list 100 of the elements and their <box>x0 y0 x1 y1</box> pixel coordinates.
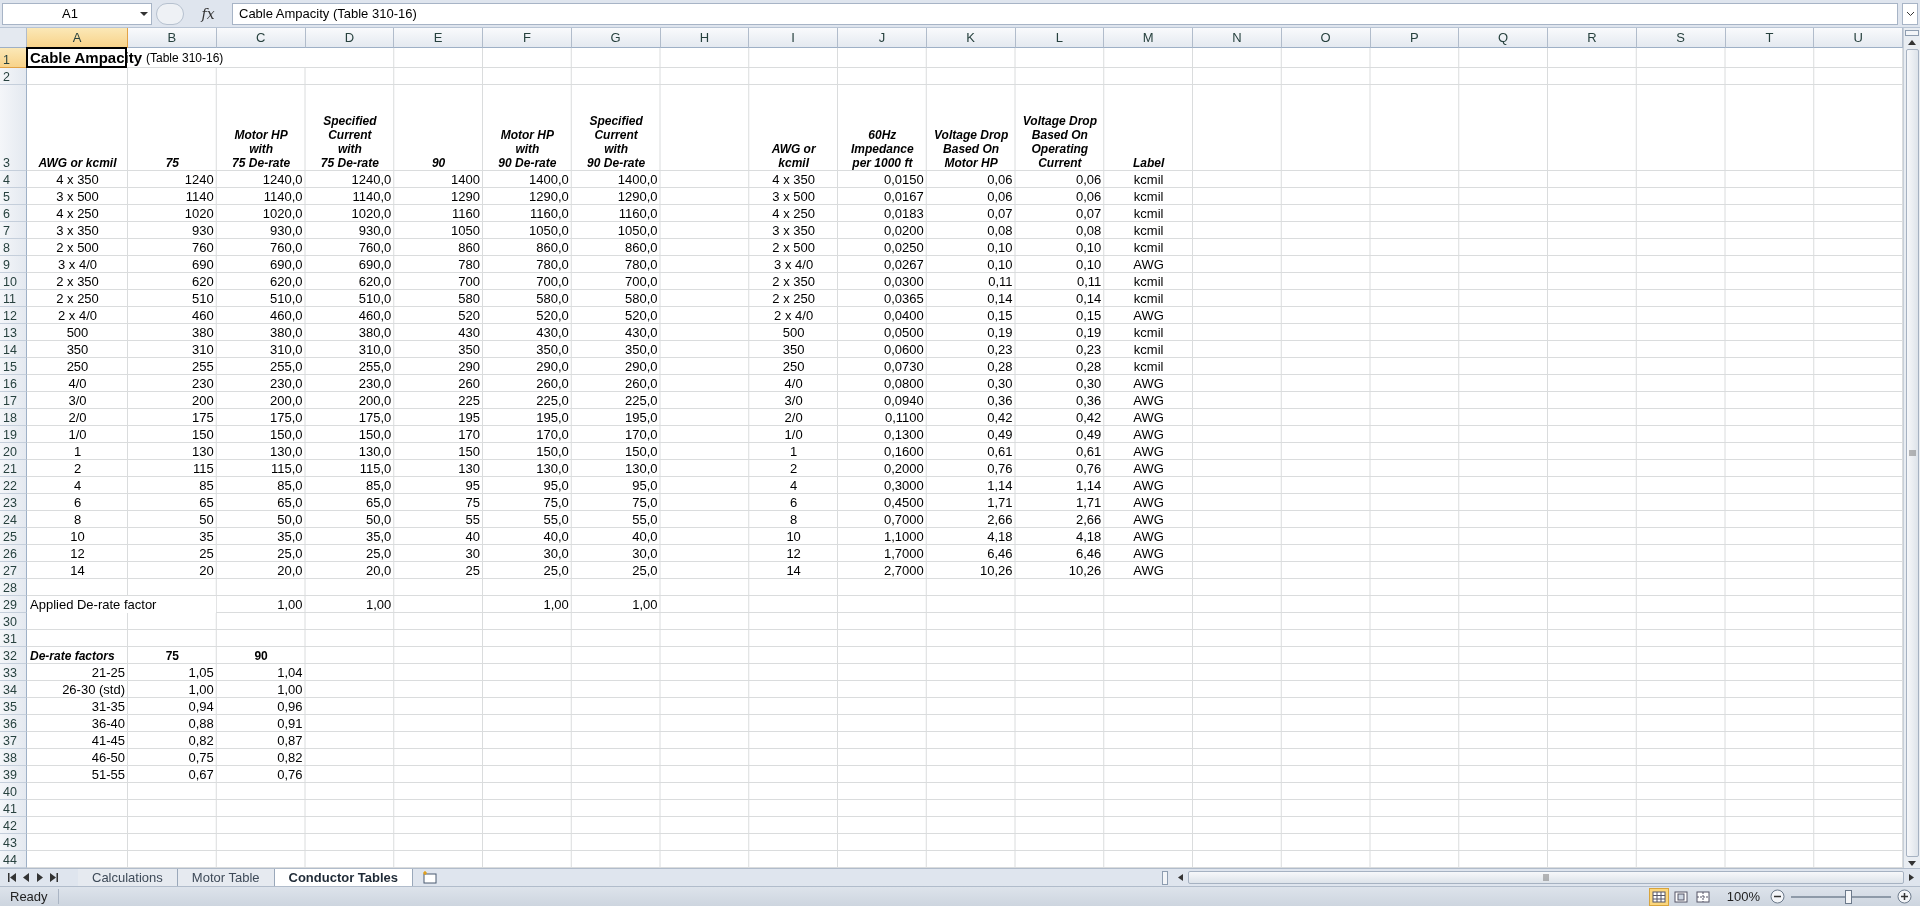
column-header[interactable]: T <box>1725 28 1815 48</box>
table-cell[interactable]: 0,30 <box>926 375 1016 392</box>
row-header[interactable]: 41 <box>0 800 27 817</box>
row-header[interactable]: 21 <box>0 460 27 477</box>
table-cell[interactable]: 75,0 <box>571 494 661 511</box>
table-cell[interactable]: 0,36 <box>926 392 1016 409</box>
table-cell[interactable]: 40 <box>394 528 483 545</box>
table-cell[interactable]: 460,0 <box>305 307 395 324</box>
row-header[interactable]: 35 <box>0 698 27 715</box>
table-cell[interactable]: 4,18 <box>1015 528 1105 545</box>
table-cell[interactable]: 0,76 <box>926 460 1016 477</box>
table-cell[interactable]: 0,10 <box>1015 239 1105 256</box>
table-cell[interactable]: 8 <box>27 511 128 528</box>
row-header[interactable]: 16 <box>0 375 27 392</box>
table-cell[interactable]: 500 <box>749 324 838 341</box>
row-header[interactable]: 18 <box>0 409 27 426</box>
row-header[interactable]: 11 <box>0 290 27 307</box>
table-cell[interactable]: 175 <box>128 409 217 426</box>
row-header[interactable]: 32 <box>0 647 27 664</box>
table-cell[interactable]: 3 x 350 <box>749 222 838 239</box>
table-cell[interactable]: 500 <box>27 324 128 341</box>
table-cell[interactable]: 760,0 <box>305 239 395 256</box>
table-cell[interactable]: 255,0 <box>216 358 306 375</box>
split-handle[interactable] <box>1905 30 1919 36</box>
vertical-scrollbar-thumb[interactable] <box>1905 49 1919 857</box>
table-cell[interactable]: 150,0 <box>571 443 661 460</box>
table-cell[interactable]: 170,0 <box>483 426 572 443</box>
table-cell[interactable]: 0,0150 <box>838 171 927 188</box>
table-cell[interactable]: 0,82 <box>128 732 217 749</box>
column-header[interactable]: M <box>1104 28 1193 48</box>
table-cell[interactable]: 10 <box>27 528 128 545</box>
table-cell[interactable]: 130,0 <box>305 443 395 460</box>
row-header[interactable]: 31 <box>0 630 27 647</box>
table-cell[interactable]: 36-40 <box>27 715 128 732</box>
zoom-slider[interactable] <box>1791 889 1891 904</box>
table-cell[interactable]: 14 <box>27 562 128 579</box>
table-cell[interactable]: 700,0 <box>571 273 661 290</box>
table-cell[interactable]: 170 <box>394 426 483 443</box>
table-cell[interactable]: 25,0 <box>305 545 395 562</box>
table-cell[interactable]: 260,0 <box>483 375 572 392</box>
table-cell[interactable]: 350,0 <box>483 341 572 358</box>
table-cell[interactable]: 620 <box>128 273 217 290</box>
table-cell[interactable]: 1050,0 <box>483 222 572 239</box>
table-cell[interactable]: 75 <box>394 494 483 511</box>
table-cell[interactable]: 46-50 <box>27 749 128 766</box>
table-cell[interactable]: 0,49 <box>1015 426 1105 443</box>
table-cell[interactable]: 85 <box>128 477 217 494</box>
table-cell[interactable]: 1,71 <box>926 494 1016 511</box>
table-cell[interactable]: 1160 <box>394 205 483 222</box>
table-cell[interactable]: 50 <box>128 511 217 528</box>
table-cell[interactable]: kcmil <box>1104 188 1193 205</box>
table-cell[interactable]: 0,87 <box>216 732 306 749</box>
row-header[interactable]: 17 <box>0 392 27 409</box>
table-cell[interactable]: 2/0 <box>27 409 128 426</box>
table-cell[interactable]: 1400,0 <box>483 171 572 188</box>
table-cell[interactable]: 2 x 350 <box>749 273 838 290</box>
table-cell[interactable]: 0,91 <box>216 715 306 732</box>
table-cell[interactable]: 130,0 <box>571 460 661 477</box>
table-cell[interactable]: 1,05 <box>128 664 217 681</box>
column-header[interactable]: O <box>1281 28 1371 48</box>
column-header[interactable]: H <box>660 28 750 48</box>
table-cell[interactable]: 2 x 250 <box>27 290 128 307</box>
table-cell[interactable]: 225,0 <box>571 392 661 409</box>
table-cell[interactable]: 85,0 <box>305 477 395 494</box>
column-header[interactable]: P <box>1370 28 1460 48</box>
table-cell[interactable]: 25,0 <box>571 562 661 579</box>
table-cell[interactable]: 50,0 <box>216 511 306 528</box>
table-cell[interactable]: 150,0 <box>216 426 306 443</box>
table-cell[interactable]: 0,07 <box>1015 205 1105 222</box>
table-cell[interactable]: 0,1600 <box>838 443 927 460</box>
table-cell[interactable]: 31-35 <box>27 698 128 715</box>
row-header[interactable]: 15 <box>0 358 27 375</box>
table-cell[interactable]: 0,28 <box>926 358 1016 375</box>
zoom-in-icon[interactable] <box>1897 889 1912 904</box>
table-cell[interactable]: 2 x 4/0 <box>27 307 128 324</box>
table-cell[interactable]: 200 <box>128 392 217 409</box>
row-header[interactable]: 20 <box>0 443 27 460</box>
table-cell[interactable]: 1020,0 <box>216 205 306 222</box>
header-cell[interactable]: Specified Current with 90 De-rate <box>571 85 661 171</box>
table-cell[interactable]: 50,0 <box>305 511 395 528</box>
table-cell[interactable]: 0,0365 <box>838 290 927 307</box>
sheet-tab[interactable]: Motor Table <box>177 869 275 886</box>
column-header[interactable]: A <box>27 28 128 48</box>
header-cell[interactable]: AWG or kcmil <box>749 85 838 171</box>
table-cell[interactable]: 380,0 <box>216 324 306 341</box>
table-cell[interactable]: 4 x 250 <box>27 205 128 222</box>
table-cell[interactable]: 0,06 <box>926 188 1016 205</box>
table-cell[interactable]: 150,0 <box>305 426 395 443</box>
table-cell[interactable]: 290,0 <box>483 358 572 375</box>
table-cell[interactable]: AWG <box>1104 528 1193 545</box>
row-header[interactable]: 2 <box>0 68 27 85</box>
table-cell[interactable]: 2 x 250 <box>749 290 838 307</box>
table-cell[interactable]: 0,75 <box>128 749 217 766</box>
table-cell[interactable]: 1240,0 <box>216 171 306 188</box>
row-header[interactable]: 1 <box>0 48 27 68</box>
column-header[interactable]: B <box>128 28 217 48</box>
column-header[interactable]: Q <box>1459 28 1548 48</box>
table-cell[interactable]: 195 <box>394 409 483 426</box>
table-cell[interactable]: 0,10 <box>926 239 1016 256</box>
table-cell[interactable]: 130 <box>128 443 217 460</box>
